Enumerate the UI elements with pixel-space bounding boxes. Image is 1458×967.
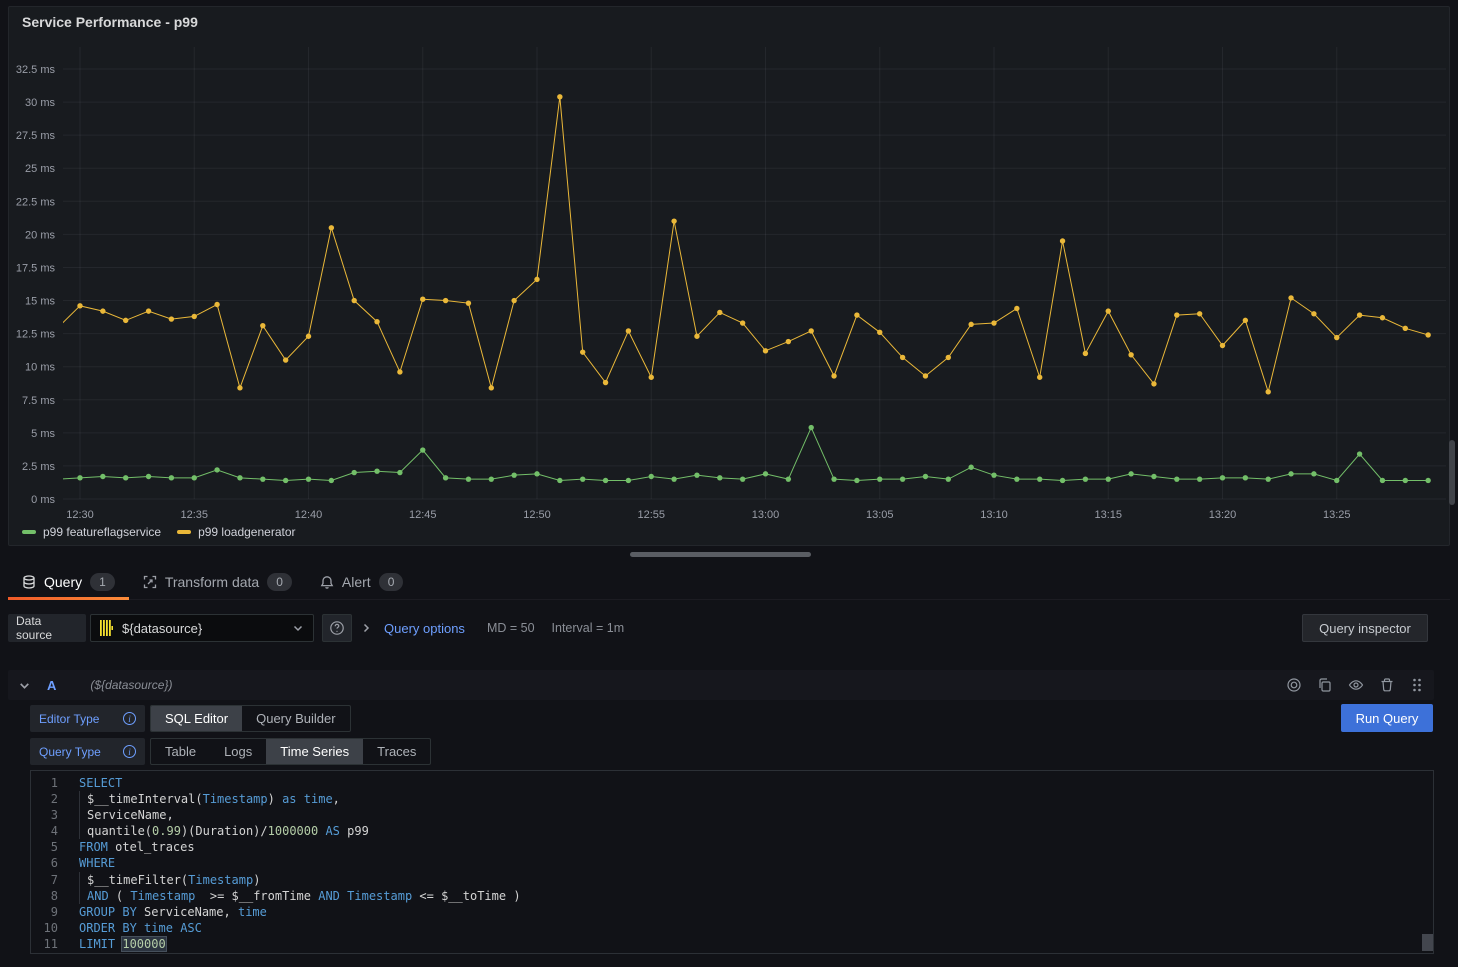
svg-text:2.5 ms: 2.5 ms — [22, 461, 56, 473]
segment-logs[interactable]: Logs — [210, 739, 266, 764]
clickhouse-logo-icon — [100, 620, 113, 636]
segment-query-builder[interactable]: Query Builder — [242, 706, 349, 731]
query-row-header[interactable]: A (${datasource}) — [8, 670, 1434, 700]
panel-title: Service Performance - p99 — [22, 14, 198, 30]
legend-label: p99 loadgenerator — [198, 525, 295, 539]
info-icon[interactable]: i — [123, 712, 136, 725]
svg-text:17.5 ms: 17.5 ms — [16, 262, 56, 274]
segment-sql-editor[interactable]: SQL Editor — [151, 706, 242, 731]
datasource-value: ${datasource} — [122, 621, 202, 636]
tab-count-badge: 0 — [267, 573, 292, 591]
trash-icon[interactable] — [1379, 677, 1395, 693]
max-data-points-value: MD = 50 — [487, 621, 535, 635]
query-ref-id[interactable]: A — [47, 678, 56, 693]
svg-text:30 ms: 30 ms — [25, 97, 55, 109]
svg-text:13:05: 13:05 — [866, 509, 894, 521]
svg-text:10 ms: 10 ms — [25, 362, 55, 374]
query-type-group: Table Logs Time Series Traces — [150, 738, 431, 765]
field-label-text: Editor Type — [39, 712, 99, 726]
legend-swatch-yellow — [177, 530, 191, 534]
svg-text:13:25: 13:25 — [1323, 509, 1351, 521]
bell-icon — [320, 575, 334, 589]
datasource-label: Data source — [8, 614, 86, 642]
segment-table[interactable]: Table — [151, 739, 210, 764]
query-options-row: Query options MD = 50 Interval = 1m — [360, 614, 624, 642]
svg-text:13:10: 13:10 — [980, 509, 1008, 521]
query-row-actions — [1286, 677, 1424, 693]
svg-text:27.5 ms: 27.5 ms — [16, 130, 56, 142]
tab-transform-data[interactable]: Transform data 0 — [129, 564, 306, 599]
query-datasource-hint: (${datasource}) — [90, 678, 172, 692]
tab-label: Query — [44, 574, 82, 590]
question-circle-icon — [329, 620, 345, 636]
timeseries-chart[interactable]: 12:30 12:35 12:40 12:45 12:50 12:55 13:00 13:05… — [9, 7, 1449, 545]
tab-query[interactable]: Query 1 — [8, 564, 129, 599]
segment-time-series[interactable]: Time Series — [266, 739, 363, 764]
query-options-toggle[interactable]: Query options — [384, 621, 465, 636]
svg-text:12:50: 12:50 — [523, 509, 551, 521]
field-label-text: Query Type — [39, 745, 101, 759]
tab-label: Alert — [342, 574, 371, 590]
horizontal-scrollbar-thumb[interactable] — [630, 552, 811, 557]
grafana-panel-edit-view: Service Performance - p99 12:30 12:35 12:4… — [0, 0, 1458, 967]
svg-text:12:40: 12:40 — [295, 509, 323, 521]
sql-code-lines[interactable]: 1SELECT2$__timeInterval(Timestamp) as ti… — [31, 775, 1433, 952]
legend-label: p99 featureflagservice — [43, 525, 161, 539]
chevron-right-icon[interactable] — [360, 622, 372, 634]
segment-traces[interactable]: Traces — [363, 739, 430, 764]
interval-value: Interval = 1m — [552, 621, 625, 635]
svg-text:12:30: 12:30 — [66, 509, 94, 521]
svg-text:25 ms: 25 ms — [25, 163, 55, 175]
target-icon[interactable] — [1286, 677, 1302, 693]
svg-text:32.5 ms: 32.5 ms — [16, 64, 56, 76]
svg-text:20 ms: 20 ms — [25, 229, 55, 241]
sql-code-editor[interactable]: 1SELECT2$__timeInterval(Timestamp) as ti… — [30, 770, 1434, 954]
timeseries-panel: Service Performance - p99 12:30 12:35 12:4… — [8, 6, 1450, 546]
editor-type-group: SQL Editor Query Builder — [150, 705, 351, 732]
tab-label: Transform data — [165, 574, 259, 590]
copy-icon[interactable] — [1317, 677, 1333, 693]
info-icon[interactable]: i — [123, 745, 136, 758]
tab-count-badge: 1 — [90, 573, 115, 591]
database-icon — [22, 575, 36, 589]
run-query-button[interactable]: Run Query — [1341, 704, 1433, 732]
drag-handle-icon[interactable] — [1410, 677, 1424, 693]
legend-item-loadgenerator[interactable]: p99 loadgenerator — [177, 525, 295, 539]
svg-text:15 ms: 15 ms — [25, 296, 55, 308]
tab-alert[interactable]: Alert 0 — [306, 564, 417, 599]
svg-text:22.5 ms: 22.5 ms — [16, 196, 56, 208]
chart-legend: p99 featureflagservice p99 loadgenerator — [22, 525, 296, 539]
tab-count-badge: 0 — [379, 573, 404, 591]
datasource-help-button[interactable] — [322, 614, 352, 642]
collapse-chevron-icon[interactable] — [18, 679, 31, 692]
svg-text:5 ms: 5 ms — [31, 428, 55, 440]
query-inspector-button[interactable]: Query inspector — [1302, 614, 1428, 642]
editor-tabbar: Query 1 Transform data 0 Alert 0 — [8, 564, 1450, 600]
svg-text:13:20: 13:20 — [1209, 509, 1237, 521]
editor-scrollbar-thumb[interactable] — [1422, 934, 1433, 951]
transform-icon — [143, 575, 157, 589]
svg-text:0 ms: 0 ms — [31, 494, 55, 506]
svg-text:12.5 ms: 12.5 ms — [16, 329, 56, 341]
svg-text:13:15: 13:15 — [1094, 509, 1122, 521]
svg-text:12:55: 12:55 — [637, 509, 665, 521]
svg-text:13:00: 13:00 — [752, 509, 780, 521]
editor-type-label: Editor Type i — [30, 705, 145, 732]
legend-swatch-green — [22, 530, 36, 534]
query-type-label: Query Type i — [30, 738, 145, 765]
page-scrollbar-thumb[interactable] — [1449, 440, 1455, 505]
datasource-select[interactable]: ${datasource} — [90, 614, 314, 642]
svg-text:12:35: 12:35 — [180, 509, 208, 521]
svg-text:12:45: 12:45 — [409, 509, 437, 521]
svg-text:7.5 ms: 7.5 ms — [22, 395, 56, 407]
eye-icon[interactable] — [1348, 677, 1364, 693]
chevron-down-icon — [292, 622, 304, 634]
legend-item-featureflagservice[interactable]: p99 featureflagservice — [22, 525, 161, 539]
